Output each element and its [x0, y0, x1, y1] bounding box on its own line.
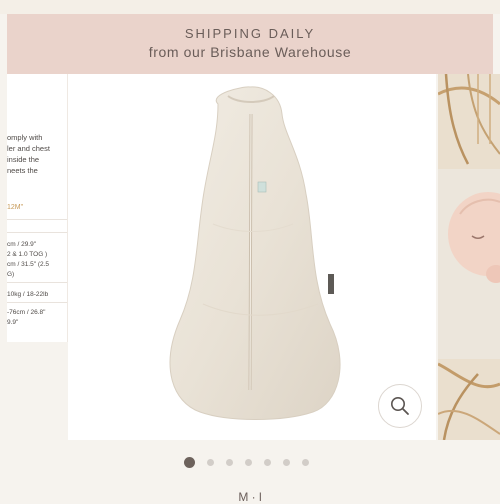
divider [7, 232, 67, 233]
product-image-carousel[interactable]: omply with ler and chest inside the neet… [0, 74, 500, 440]
banner-title: SHIPPING DAILY [184, 26, 316, 41]
product-description: omply with ler and chest inside the neet… [7, 133, 50, 175]
top-strip [0, 0, 500, 14]
product-details-slide[interactable]: omply with ler and chest inside the neet… [7, 74, 68, 342]
shipping-banner: SHIPPING DAILY from our Brisbane Warehou… [7, 14, 493, 74]
spec-weight: 10kg / 18-22lb [7, 291, 49, 298]
carousel-dot-4[interactable] [245, 458, 252, 466]
carousel-dot-1[interactable] [184, 456, 195, 468]
spec-height: -76cm / 26.8" 9.9" [7, 309, 46, 326]
main-product-image[interactable] [68, 74, 436, 440]
cut-off-footer-text: M · l [238, 490, 262, 504]
magnifier-icon [391, 397, 409, 415]
size-label: 12M" [7, 204, 24, 211]
carousel-dot-6[interactable] [283, 458, 290, 466]
divider [7, 219, 67, 220]
carousel-dot-5[interactable] [264, 458, 271, 466]
baby-photo [438, 74, 500, 440]
next-slide-photo[interactable] [438, 74, 500, 440]
carousel-dot-2[interactable] [207, 458, 214, 466]
zoom-button[interactable] [378, 384, 422, 428]
carousel-dot-3[interactable] [226, 458, 233, 466]
banner-subtitle: from our Brisbane Warehouse [148, 44, 352, 60]
sleep-sack-illustration [169, 86, 341, 420]
spec-length: cm / 29.9" 2 & 1.0 TOG ) cm / 31.5" (2.5… [7, 241, 50, 278]
carousel-dot-7[interactable] [302, 458, 309, 466]
divider [7, 282, 67, 283]
divider [7, 302, 67, 303]
carousel-pagination [184, 456, 321, 468]
